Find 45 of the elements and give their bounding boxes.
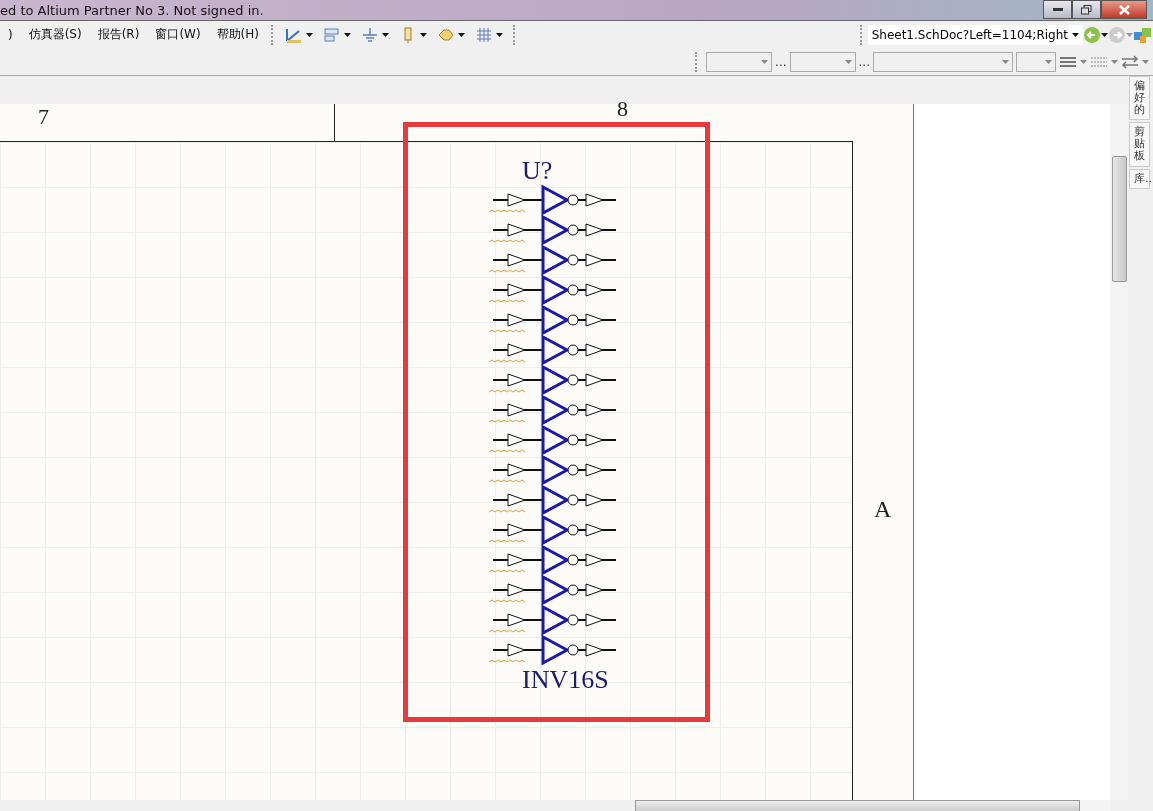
window-title: ed to Altium Partner No 3. Not signed in. [0,2,264,18]
menu-item[interactable]: 帮助(H) [208,26,267,43]
horizontal-scrollbar[interactable] [635,800,1110,811]
address-field[interactable]: Sheet1.SchDoc?Left=1104;Right [867,24,1083,45]
dropdown[interactable] [1016,51,1056,72]
zone-label: 7 [38,104,49,131]
caret-icon [761,59,769,64]
menu-item[interactable]: 报告(R) [89,26,148,43]
caret-icon [1045,59,1052,64]
restore-button[interactable] [1072,0,1101,19]
vertical-scrollbar[interactable] [1110,104,1128,800]
dropdown[interactable] [789,51,856,72]
line-width-icon[interactable] [1059,55,1077,68]
close-button[interactable] [1101,0,1147,19]
side-panel-tab[interactable]: 库... [1129,168,1150,189]
cubes-icon[interactable] [1133,25,1153,44]
minimize-button[interactable] [1043,0,1072,19]
ellipsis-button[interactable]: ... [775,54,787,69]
designator-label: U? [522,156,553,186]
side-panel-tab[interactable]: 偏好的 [1129,76,1150,121]
restore-icon [1081,4,1092,15]
close-icon [1118,4,1130,15]
caret-icon [844,59,852,64]
minimize-icon [1052,7,1063,12]
menu-item[interactable]: 仿真器(S) [20,26,90,43]
caret-icon [1002,59,1009,64]
caret-icon[interactable] [306,32,313,37]
dropdown[interactable] [873,51,1013,72]
menu-item[interactable]: 窗口(W) [147,26,209,43]
swap-arrows-icon[interactable] [1121,54,1139,69]
ellipsis-button[interactable]: ... [858,54,870,69]
caret-icon[interactable] [420,32,427,37]
side-panel-tab[interactable]: 剪贴板 [1129,122,1150,167]
caret-icon[interactable] [1101,32,1108,37]
caret-icon[interactable] [382,32,389,37]
caret-icon[interactable] [496,32,503,37]
caret-icon[interactable] [344,32,351,37]
caret-icon [1072,32,1079,37]
caret-icon[interactable] [458,32,465,37]
comment-label: INV16S [522,665,609,695]
zone-label: 8 [617,96,628,123]
dropdown[interactable] [706,51,773,72]
menu-item[interactable]: ) [0,27,21,42]
zone-label: A [874,496,892,523]
line-style-icon[interactable] [1090,55,1108,68]
